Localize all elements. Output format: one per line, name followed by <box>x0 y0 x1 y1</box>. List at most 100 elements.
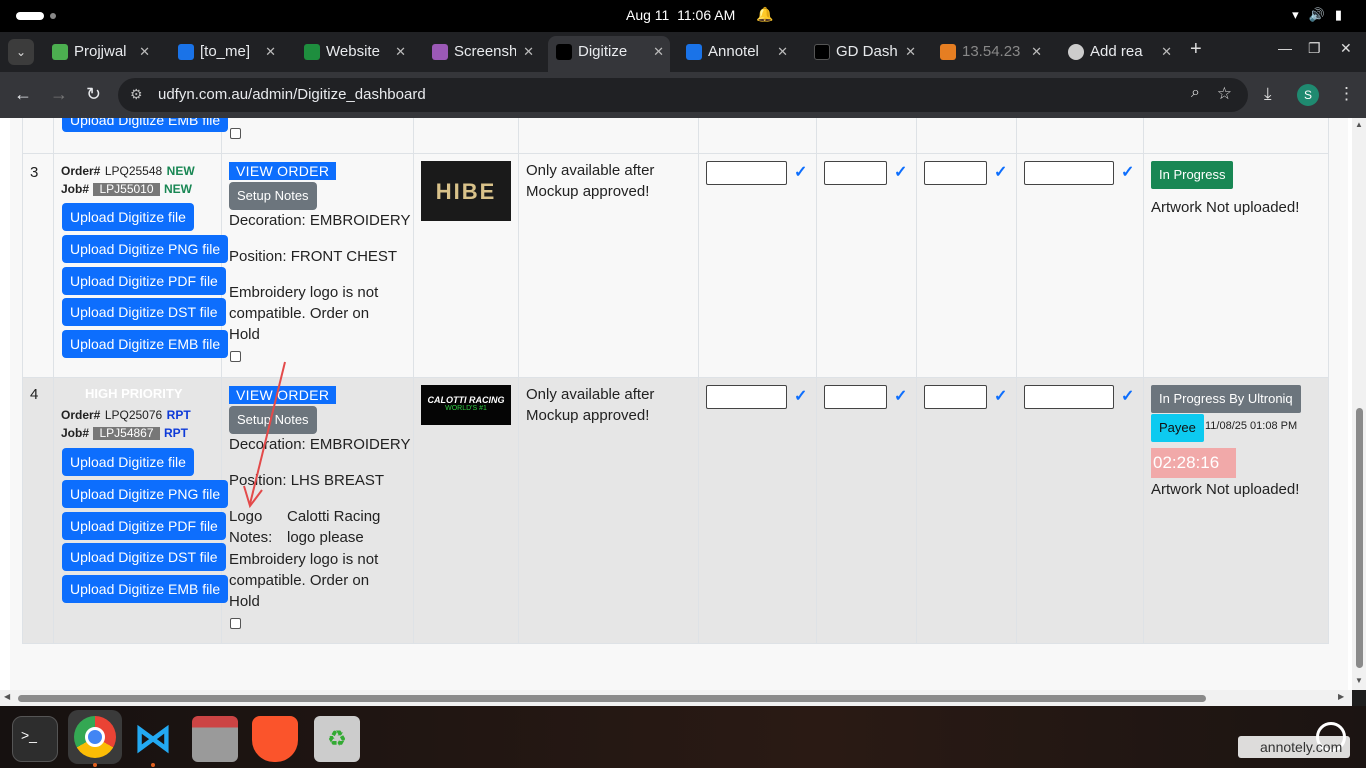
address-bar[interactable]: ⚙ udfyn.com.au/admin/Digitize_dashboard … <box>118 78 1248 112</box>
order-info: Order# LPQ25548 NEW Job# LPJ55010 NEW <box>61 164 195 196</box>
forward-arrow-icon[interactable]: → <box>50 84 68 105</box>
tab-website[interactable]: Website ✕ <box>296 36 412 68</box>
upload-pdf-button[interactable]: Upload Digitize PDF file <box>62 267 226 295</box>
terminal-icon[interactable]: >_ <box>12 716 58 762</box>
row-checkbox[interactable] <box>230 128 241 139</box>
input-field[interactable] <box>924 385 987 409</box>
scroll-right-icon[interactable]: ▶ <box>1338 692 1344 701</box>
system-tray[interactable]: ▾🔊▮ <box>1292 7 1352 23</box>
tab-digitize[interactable]: Digitize ✕ <box>548 36 670 72</box>
tab-favicon-icon <box>52 44 68 60</box>
tab-favicon-icon <box>304 44 320 60</box>
job-tag: RPT <box>163 426 188 440</box>
checkmark-icon[interactable]: ✓ <box>994 162 1007 182</box>
workspace-dot <box>50 13 56 19</box>
digitize-table <box>10 118 1348 690</box>
new-tab-plus-icon[interactable]: + <box>1190 38 1202 61</box>
horizontal-scroll-thumb[interactable] <box>18 695 1206 702</box>
upload-png-button[interactable]: Upload Digitize PNG file <box>62 235 229 263</box>
upload-emb-button[interactable]: Upload Digitize EMB file <box>62 118 229 132</box>
input-field[interactable] <box>924 161 987 185</box>
vscode-icon[interactable]: ⋈ <box>130 716 176 762</box>
upload-png-button[interactable]: Upload Digitize PNG file <box>62 480 229 508</box>
vertical-scroll-thumb[interactable] <box>1356 408 1363 668</box>
brave-icon[interactable] <box>252 716 298 762</box>
tab-gd-dash[interactable]: GD Dash ✕ <box>806 36 922 68</box>
profile-avatar[interactable]: S <box>1297 84 1319 106</box>
tab-annotely[interactable]: Annotel ✕ <box>678 36 794 68</box>
tab-close-icon[interactable]: ✕ <box>395 36 406 68</box>
mockup-note: Only available after Mockup approved! <box>526 386 655 424</box>
close-window-icon[interactable]: ✕ <box>1340 40 1352 57</box>
scroll-left-icon[interactable]: ◀ <box>4 692 10 701</box>
checkmark-icon[interactable]: ✓ <box>794 386 807 406</box>
tab-close-icon[interactable]: ✕ <box>523 36 534 68</box>
col-divider <box>698 118 699 644</box>
tab-projjwal[interactable]: Projjwal ✕ <box>44 36 156 68</box>
upload-emb-button[interactable]: Upload Digitize EMB file <box>62 330 229 358</box>
tab-close-icon[interactable]: ✕ <box>653 36 664 68</box>
minimize-icon[interactable]: — <box>1278 40 1292 56</box>
upload-digitize-button[interactable]: Upload Digitize file <box>62 203 194 231</box>
zoom-icon[interactable]: ⌕ <box>1191 84 1200 102</box>
upload-emb-button[interactable]: Upload Digitize EMB file <box>62 575 229 603</box>
tab-to-me[interactable]: [to_me] ✕ <box>170 36 282 68</box>
payee-timestamp: 11/08/25 01:08 PM <box>1205 420 1298 432</box>
tab-close-icon[interactable]: ✕ <box>905 36 916 68</box>
tab-ip-address[interactable]: 13.54.23 ✕ <box>932 36 1048 68</box>
vertical-scrollbar[interactable]: ▲ ▼ <box>1352 118 1366 690</box>
checkmark-icon[interactable]: ✓ <box>894 386 907 406</box>
tab-close-icon[interactable]: ✕ <box>1161 36 1172 68</box>
trash-icon[interactable]: ♻ <box>314 716 360 762</box>
upload-dst-button[interactable]: Upload Digitize DST file <box>62 298 226 326</box>
row-checkbox[interactable] <box>230 618 241 629</box>
chrome-icon[interactable] <box>68 710 122 764</box>
artwork-status: Artwork Not uploaded! <box>1151 481 1300 498</box>
clock[interactable]: Aug 11 11:06 AM <box>626 7 735 23</box>
col-divider <box>518 118 519 644</box>
files-icon[interactable] <box>192 716 238 762</box>
url-text[interactable]: udfyn.com.au/admin/Digitize_dashboard <box>158 86 426 103</box>
input-field[interactable] <box>824 385 887 409</box>
reload-icon[interactable]: ↻ <box>86 84 101 105</box>
tab-close-icon[interactable]: ✕ <box>1031 36 1042 68</box>
input-field[interactable] <box>706 385 787 409</box>
checkmark-icon[interactable]: ✓ <box>1121 386 1134 406</box>
upload-pdf-button[interactable]: Upload Digitize PDF file <box>62 512 226 540</box>
horizontal-scrollbar[interactable]: ◀ ▶ <box>0 690 1352 706</box>
page-viewport: Upload Digitize EMB file 3 Order# LPQ255… <box>0 118 1366 690</box>
tab-close-icon[interactable]: ✕ <box>777 36 788 68</box>
tab-close-icon[interactable]: ✕ <box>139 36 150 68</box>
back-arrow-icon[interactable]: ← <box>14 84 32 105</box>
input-field[interactable] <box>824 161 887 185</box>
tab-screenshot[interactable]: Screensh ✕ <box>424 36 540 68</box>
tab-search-chevron-icon[interactable]: ⌄ <box>8 39 34 65</box>
checkmark-icon[interactable]: ✓ <box>894 162 907 182</box>
logo-thumbnail[interactable]: HIBE <box>421 161 511 221</box>
notification-bell-icon[interactable]: 🔔 <box>756 6 773 23</box>
activities-indicator[interactable] <box>16 12 44 20</box>
maximize-icon[interactable]: ❐ <box>1308 40 1321 57</box>
scroll-up-icon[interactable]: ▲ <box>1355 120 1363 129</box>
site-settings-icon[interactable]: ⚙ <box>130 86 143 103</box>
upload-digitize-button[interactable]: Upload Digitize file <box>62 448 194 476</box>
view-order-button[interactable]: VIEW ORDER <box>229 162 337 180</box>
input-field[interactable] <box>706 161 787 185</box>
col-divider <box>816 118 817 644</box>
tab-add-reaction[interactable]: Add rea ✕ <box>1060 36 1178 68</box>
setup-notes-button[interactable]: Setup Notes <box>229 182 317 210</box>
upload-dst-button[interactable]: Upload Digitize DST file <box>62 543 226 571</box>
checkmark-icon[interactable]: ✓ <box>794 162 807 182</box>
menu-kebab-icon[interactable]: ⋮ <box>1338 84 1355 104</box>
download-icon[interactable]: ⤓ <box>1264 84 1272 104</box>
input-field[interactable] <box>1024 385 1114 409</box>
tab-close-icon[interactable]: ✕ <box>265 36 276 68</box>
checkmark-icon[interactable]: ✓ <box>1121 162 1134 182</box>
checkmark-icon[interactable]: ✓ <box>994 386 1007 406</box>
os-top-bar: Aug 11 11:06 AM 🔔 ▾🔊▮ <box>0 0 1366 32</box>
bookmark-star-icon[interactable]: ☆ <box>1217 84 1232 104</box>
input-field[interactable] <box>1024 161 1114 185</box>
job-number: LPJ55010 <box>93 183 160 196</box>
logo-thumbnail[interactable]: CALOTTI RACING WORLD'S #1 <box>421 385 511 425</box>
scroll-down-icon[interactable]: ▼ <box>1355 676 1363 685</box>
